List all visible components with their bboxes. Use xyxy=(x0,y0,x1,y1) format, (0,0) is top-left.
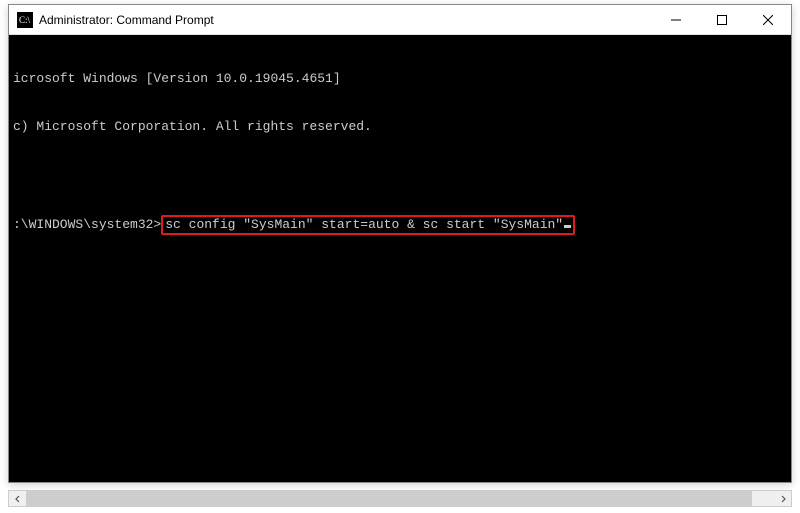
terminal-prompt-line: :\WINDOWS\system32> sc config "SysMain" s… xyxy=(13,215,787,235)
scroll-left-button[interactable] xyxy=(9,491,26,506)
terminal-content: icrosoft Windows [Version 10.0.19045.465… xyxy=(13,39,787,267)
terminal-line: c) Microsoft Corporation. All rights res… xyxy=(13,119,787,135)
text-cursor xyxy=(564,225,571,228)
close-button[interactable] xyxy=(745,5,791,34)
svg-text:C:\: C:\ xyxy=(19,15,31,25)
maximize-button[interactable] xyxy=(699,5,745,34)
horizontal-scrollbar[interactable] xyxy=(8,490,792,507)
command-prompt-window: C:\ Administrator: Command Prompt icroso… xyxy=(8,4,792,483)
prompt-text: :\WINDOWS\system32> xyxy=(13,217,161,233)
terminal-blank-line xyxy=(13,167,787,183)
terminal-line: icrosoft Windows [Version 10.0.19045.465… xyxy=(13,71,787,87)
command-text: sc config "SysMain" start=auto & sc star… xyxy=(165,217,563,232)
highlighted-command: sc config "SysMain" start=auto & sc star… xyxy=(161,215,575,235)
window-controls xyxy=(653,5,791,34)
scrollbar-thumb[interactable] xyxy=(26,491,752,506)
titlebar[interactable]: C:\ Administrator: Command Prompt xyxy=(9,5,791,35)
terminal-area[interactable]: icrosoft Windows [Version 10.0.19045.465… xyxy=(9,35,791,482)
window-title: Administrator: Command Prompt xyxy=(39,13,653,27)
minimize-button[interactable] xyxy=(653,5,699,34)
cmd-icon: C:\ xyxy=(17,12,33,28)
scrollbar-track[interactable] xyxy=(26,491,774,506)
scroll-right-button[interactable] xyxy=(774,491,791,506)
